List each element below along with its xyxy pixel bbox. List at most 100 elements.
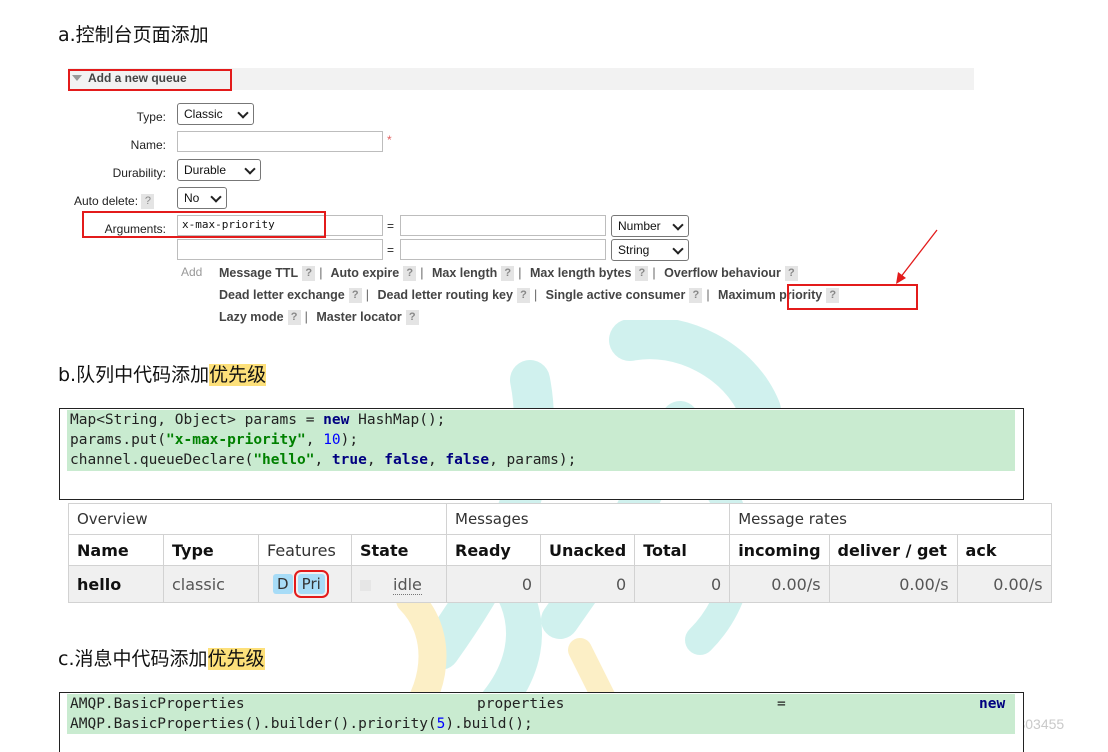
- rate-ack: 0.00/s: [956, 565, 1052, 603]
- equals-sign: =: [387, 219, 395, 233]
- argument-type-select-2[interactable]: String: [611, 239, 689, 261]
- argument-type-value-1: Number: [618, 219, 661, 233]
- durability-label: Durability:: [112, 166, 166, 180]
- argument-shortcuts-row-1: Message TTL? | Auto expire? | Max length? |…: [219, 266, 802, 282]
- help-icon[interactable]: ?: [689, 288, 703, 304]
- type-select-value: Classic: [184, 107, 223, 121]
- table-row: hello classic D Pri idle 0 0 0 0.00/s 0.…: [68, 565, 1052, 603]
- argument-shortcuts-row-3: Lazy mode? | Master locator?: [219, 310, 423, 326]
- annotation-box-add-queue: [68, 69, 232, 91]
- queue-name-link[interactable]: hello: [68, 565, 164, 603]
- queue-type: classic: [163, 565, 259, 603]
- code-line: AMQP.BasicProperties().builder().priorit…: [70, 716, 533, 732]
- col-ack[interactable]: ack: [956, 534, 1052, 566]
- required-asterisk: *: [387, 133, 392, 147]
- annotation-box-arguments: [82, 211, 326, 238]
- auto-delete-select[interactable]: No: [177, 187, 227, 209]
- argument-value-input-1[interactable]: [400, 215, 606, 236]
- chevron-down-icon: [244, 163, 256, 175]
- code-line: params.put("x-max-priority", 10);: [70, 432, 359, 448]
- arg-link-max-length[interactable]: Max length: [432, 266, 497, 280]
- help-icon[interactable]: ?: [405, 310, 419, 326]
- queue-state: idle: [351, 565, 447, 603]
- chevron-down-icon: [672, 243, 684, 255]
- add-label: Add: [181, 265, 203, 279]
- messages-ready: 0: [446, 565, 541, 603]
- code-line: Map<String, Object> params = new HashMap…: [70, 412, 446, 428]
- col-ready[interactable]: Ready: [446, 534, 541, 566]
- col-state[interactable]: State: [351, 534, 447, 566]
- code-line: channel.queueDeclare("hello", true, fals…: [70, 452, 577, 468]
- state-indicator-icon: [360, 579, 371, 591]
- col-incoming[interactable]: incoming: [729, 534, 830, 566]
- col-unacked[interactable]: Unacked: [539, 534, 636, 566]
- group-messages: Messages: [445, 503, 731, 535]
- help-icon[interactable]: ?: [501, 266, 515, 282]
- annotation-box-maximum-priority: [787, 284, 918, 310]
- col-type[interactable]: Type: [163, 534, 259, 566]
- argument-type-value-2: String: [618, 243, 650, 257]
- heading-b: b.队列中代码添加优先级: [58, 364, 267, 386]
- group-overview: Overview: [68, 503, 447, 535]
- rate-deliver-get: 0.00/s: [828, 565, 958, 603]
- rate-incoming: 0.00/s: [729, 565, 830, 603]
- type-select[interactable]: Classic: [177, 103, 254, 125]
- argument-value-input-2[interactable]: [400, 239, 606, 260]
- highlighted-priority: 优先级: [207, 648, 265, 670]
- arg-link-message-ttl[interactable]: Message TTL: [219, 266, 298, 280]
- col-total[interactable]: Total: [634, 534, 731, 566]
- argument-key-input-2[interactable]: [177, 239, 383, 260]
- chevron-down-icon: [237, 107, 249, 119]
- arg-link-single-active-consumer[interactable]: Single active consumer: [546, 288, 686, 302]
- feature-tag-priority: Pri: [293, 570, 329, 598]
- table-column-header: Name Type Features State Ready Unacked T…: [68, 534, 1052, 566]
- help-icon[interactable]: ?: [348, 288, 362, 304]
- auto-delete-select-value: No: [184, 191, 200, 205]
- group-message-rates: Message rates: [729, 503, 1052, 535]
- durability-select[interactable]: Durable: [177, 159, 261, 181]
- auto-delete-label: Auto delete: ?: [74, 194, 155, 210]
- arg-link-auto-expire[interactable]: Auto expire: [330, 266, 399, 280]
- code-line: =: [777, 696, 786, 712]
- heading-c: c.消息中代码添加优先级: [58, 648, 265, 670]
- name-input[interactable]: [177, 131, 383, 152]
- arg-link-overflow-behaviour[interactable]: Overflow behaviour: [664, 266, 781, 280]
- highlighted-priority: 优先级: [209, 364, 267, 386]
- messages-total: 0: [634, 565, 731, 603]
- name-label: Name:: [130, 138, 166, 152]
- col-name[interactable]: Name: [68, 534, 164, 566]
- code-line: AMQP.BasicProperties: [70, 696, 245, 712]
- arg-link-dead-letter-exchange[interactable]: Dead letter exchange: [219, 288, 345, 302]
- argument-shortcuts-row-2: Dead letter exchange? | Dead letter routi…: [219, 288, 843, 304]
- durability-select-value: Durable: [184, 163, 227, 177]
- code-line: properties: [477, 696, 565, 712]
- help-icon[interactable]: ?: [302, 266, 316, 282]
- arg-link-lazy-mode[interactable]: Lazy mode: [219, 310, 284, 324]
- heading-a: a.控制台页面添加: [58, 24, 209, 46]
- col-deliver-get[interactable]: deliver / get: [828, 534, 958, 566]
- help-icon[interactable]: ?: [141, 194, 155, 210]
- chevron-down-icon: [210, 191, 222, 203]
- table-group-header: Overview Messages Message rates: [68, 503, 1052, 535]
- argument-type-select-1[interactable]: Number: [611, 215, 689, 237]
- feature-tag-durable: D: [273, 574, 293, 594]
- col-features[interactable]: Features: [258, 534, 352, 566]
- help-icon[interactable]: ?: [516, 288, 530, 304]
- code-lines-queue: Map<String, Object> params = new HashMap…: [70, 410, 576, 470]
- help-icon[interactable]: ?: [784, 266, 798, 282]
- annotation-arrow-icon: [896, 229, 938, 284]
- help-icon[interactable]: ?: [403, 266, 417, 282]
- equals-sign: =: [387, 243, 395, 257]
- arg-link-master-locator[interactable]: Master locator: [316, 310, 401, 324]
- queue-features: D Pri: [258, 565, 352, 603]
- messages-unacked: 0: [539, 565, 636, 603]
- help-icon[interactable]: ?: [635, 266, 649, 282]
- state-label: idle: [393, 574, 422, 595]
- queues-overview-table: Overview Messages Message rates Name Typ…: [68, 503, 1052, 603]
- arg-link-dead-letter-routing-key[interactable]: Dead letter routing key: [377, 288, 512, 302]
- help-icon[interactable]: ?: [287, 310, 301, 326]
- chevron-down-icon: [672, 219, 684, 231]
- type-label: Type:: [136, 110, 166, 124]
- arg-link-max-length-bytes[interactable]: Max length bytes: [530, 266, 631, 280]
- code-line: new: [979, 696, 1006, 712]
